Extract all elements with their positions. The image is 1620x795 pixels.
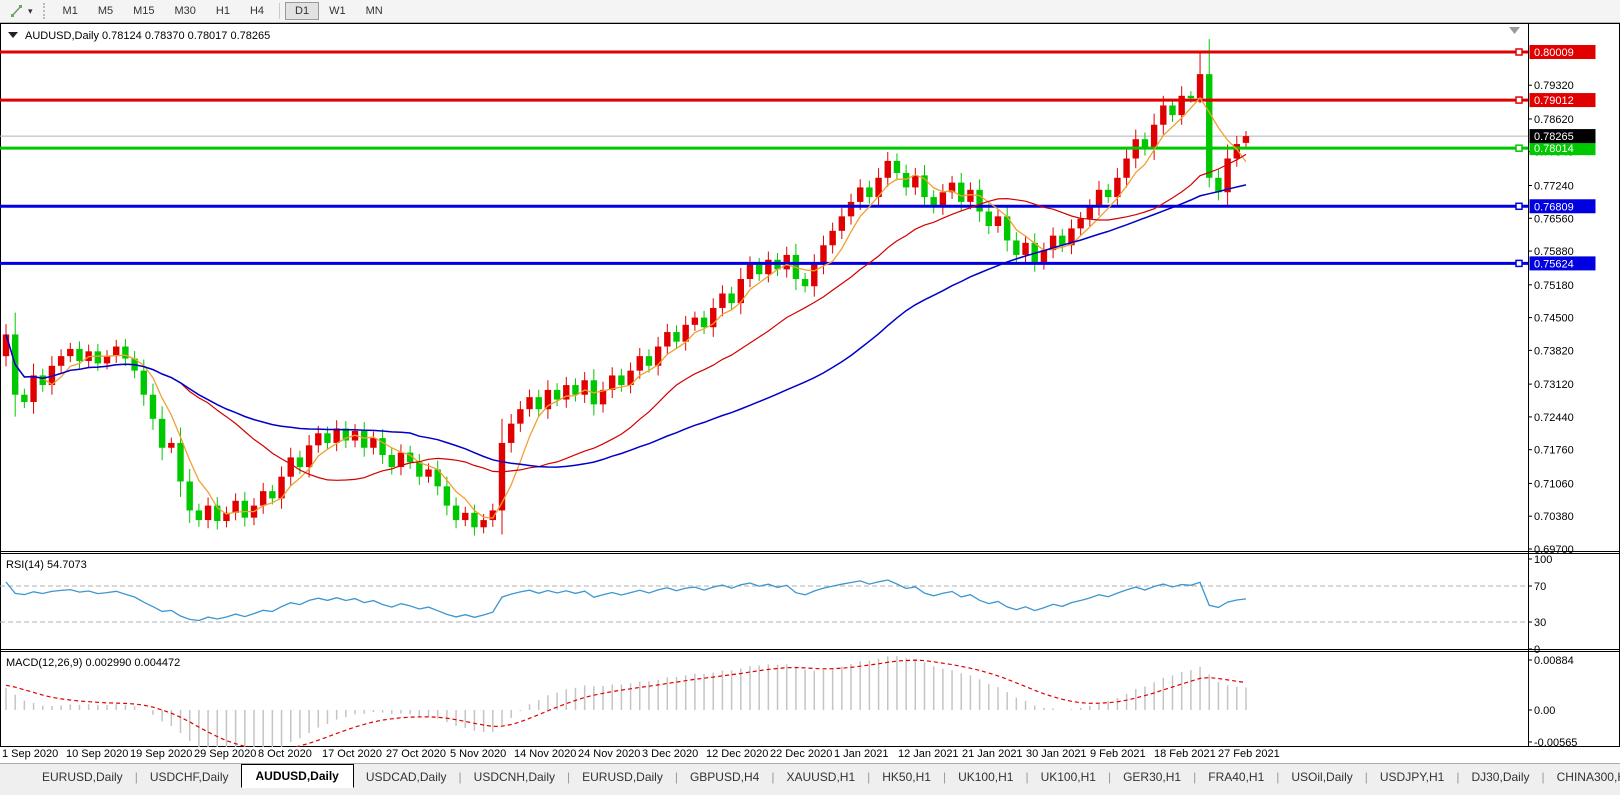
svg-text:0.71760: 0.71760	[1534, 445, 1574, 457]
timeframe-button-h1[interactable]: H1	[206, 2, 240, 20]
caret-down-icon[interactable]: ▾	[28, 6, 33, 17]
chart-tab-eurusd-daily[interactable]: EURUSD,Daily	[30, 766, 135, 788]
svg-text:0.78620: 0.78620	[1534, 114, 1574, 126]
date-label: 27 Feb 2021	[1218, 748, 1280, 760]
toolbar: ▾ M1M5M15M30H1H4 D1W1MN	[0, 0, 1620, 23]
svg-text:0.75624: 0.75624	[1534, 258, 1574, 270]
svg-text:0.80009: 0.80009	[1534, 47, 1574, 59]
svg-text:0.72440: 0.72440	[1534, 412, 1574, 424]
crosshair-tool-icon	[8, 3, 26, 19]
date-label: 24 Nov 2020	[578, 748, 640, 760]
chart-tab-usdjpy-h1[interactable]: USDJPY,H1	[1368, 766, 1456, 788]
svg-text:0.73820: 0.73820	[1534, 345, 1574, 357]
date-label: 5 Nov 2020	[450, 748, 506, 760]
macd-label: MACD(12,26,9) 0.002990 0.004472	[6, 657, 180, 669]
chart-tab-usdcnh-daily[interactable]: USDCNH,Daily	[462, 766, 567, 788]
svg-text:0.76809: 0.76809	[1534, 201, 1574, 213]
date-label: 10 Sep 2020	[66, 748, 128, 760]
timeframe-button-d1[interactable]: D1	[285, 2, 319, 20]
main-chart-canvas[interactable]: 0.793200.786200.779400.772400.765600.758…	[0, 23, 1620, 747]
timeframe-button-mn[interactable]: MN	[356, 2, 393, 20]
date-label: 21 Jan 2021	[962, 748, 1023, 760]
chart-tab-xauusd-h1[interactable]: XAUUSD,H1	[774, 766, 867, 788]
chart-tab-hk50-h1[interactable]: HK50,H1	[870, 766, 943, 788]
chart-tab-usdchf-daily[interactable]: USDCHF,Daily	[138, 766, 241, 788]
date-label: 8 Oct 2020	[258, 748, 312, 760]
bottom-strip	[0, 789, 1620, 795]
timeframe-button-m1[interactable]: M1	[53, 2, 88, 20]
timeframe-button-m30[interactable]: M30	[165, 2, 206, 20]
svg-text:AUDUSD,Daily 0.78124 0.78370: AUDUSD,Daily 0.78124 0.78370 0.78017 0.7…	[25, 30, 270, 42]
date-label: 18 Feb 2021	[1154, 748, 1216, 760]
svg-text:0.77240: 0.77240	[1534, 180, 1574, 192]
svg-text:0.78265: 0.78265	[1534, 131, 1574, 143]
svg-text:30: 30	[1534, 617, 1546, 629]
chart-tab-usoil-daily[interactable]: USOil,Daily	[1279, 766, 1364, 788]
svg-text:0.00884: 0.00884	[1534, 655, 1574, 667]
svg-text:0.74500: 0.74500	[1534, 313, 1574, 325]
date-label: 19 Sep 2020	[130, 748, 192, 760]
svg-text:0.78014: 0.78014	[1534, 143, 1574, 155]
svg-text:0.79320: 0.79320	[1534, 80, 1574, 92]
chart-frame	[1, 24, 1620, 747]
chart-tab-gbpusd-h4[interactable]: GBPUSD,H4	[678, 766, 771, 788]
crosshair-tool-button[interactable]: ▾	[4, 3, 37, 19]
date-label: 1 Jan 2021	[834, 748, 888, 760]
svg-text:0.76560: 0.76560	[1534, 213, 1574, 225]
date-label: 9 Feb 2021	[1090, 748, 1146, 760]
timeframe-button-w1[interactable]: W1	[319, 2, 356, 20]
toolbar-separator	[279, 3, 280, 19]
svg-text:0.70380: 0.70380	[1534, 511, 1574, 523]
svg-text:-0.00565: -0.00565	[1534, 737, 1577, 747]
date-label: 17 Oct 2020	[322, 748, 382, 760]
chart-tab-fra40-h1[interactable]: FRA40,H1	[1196, 766, 1276, 788]
svg-text:0.00: 0.00	[1534, 705, 1555, 717]
date-label: 12 Dec 2020	[706, 748, 768, 760]
chart-tab-uk100-h1[interactable]: UK100,H1	[946, 766, 1025, 788]
timeframe-buttons: M1M5M15M30H1H4 D1W1MN	[53, 2, 393, 20]
date-label: 14 Nov 2020	[514, 748, 576, 760]
date-label: 27 Oct 2020	[386, 748, 446, 760]
chart-tab-eurusd-daily[interactable]: EURUSD,Daily	[570, 766, 675, 788]
timeframe-button-h4[interactable]: H4	[240, 2, 274, 20]
rsi-label: RSI(14) 54.7073	[6, 559, 87, 571]
timeframe-button-m15[interactable]: M15	[123, 2, 164, 20]
date-label: 22 Dec 2020	[770, 748, 832, 760]
chart-tab-dj30-daily[interactable]: DJ30,Daily	[1459, 766, 1541, 788]
chart-window[interactable]: 0.793200.786200.779400.772400.765600.758…	[0, 23, 1620, 747]
date-axis: 1 Sep 2020 10 Sep 202019 Sep 202029 Sep 2…	[0, 747, 1620, 763]
chart-title: AUDUSD,Daily 0.78124 0.78370 0.78017 0.7…	[8, 30, 270, 42]
chart-tab-ger30-h1[interactable]: GER30,H1	[1111, 766, 1193, 788]
chart-tab-usdcad-daily[interactable]: USDCAD,Daily	[354, 766, 459, 788]
svg-text:70: 70	[1534, 581, 1546, 593]
chart-tab-china300-h1[interactable]: CHINA300,H1	[1545, 766, 1620, 788]
svg-text:0.73120: 0.73120	[1534, 379, 1574, 391]
svg-text:0.71060: 0.71060	[1534, 478, 1574, 490]
svg-text:0.75180: 0.75180	[1534, 280, 1574, 292]
date-label: 12 Jan 2021	[898, 748, 959, 760]
svg-text:100: 100	[1534, 554, 1552, 566]
timeframe-button-m5[interactable]: M5	[88, 2, 123, 20]
chart-tabs: EURUSD,Daily|USDCHF,DailyAUDUSD,DailyUSD…	[0, 763, 1620, 789]
chart-tab-audusd-daily[interactable]: AUDUSD,Daily	[241, 764, 354, 788]
date-label: 30 Jan 2021	[1026, 748, 1087, 760]
toolbar-drag-handle[interactable]	[43, 3, 47, 19]
chart-tab-uk100-h1[interactable]: UK100,H1	[1029, 766, 1108, 788]
svg-text:0.79012: 0.79012	[1534, 95, 1574, 107]
date-label: 3 Dec 2020	[642, 748, 698, 760]
date-label: 29 Sep 2020	[194, 748, 256, 760]
svg-text:0.75880: 0.75880	[1534, 246, 1574, 258]
date-label: 1 Sep 2020	[2, 748, 58, 760]
